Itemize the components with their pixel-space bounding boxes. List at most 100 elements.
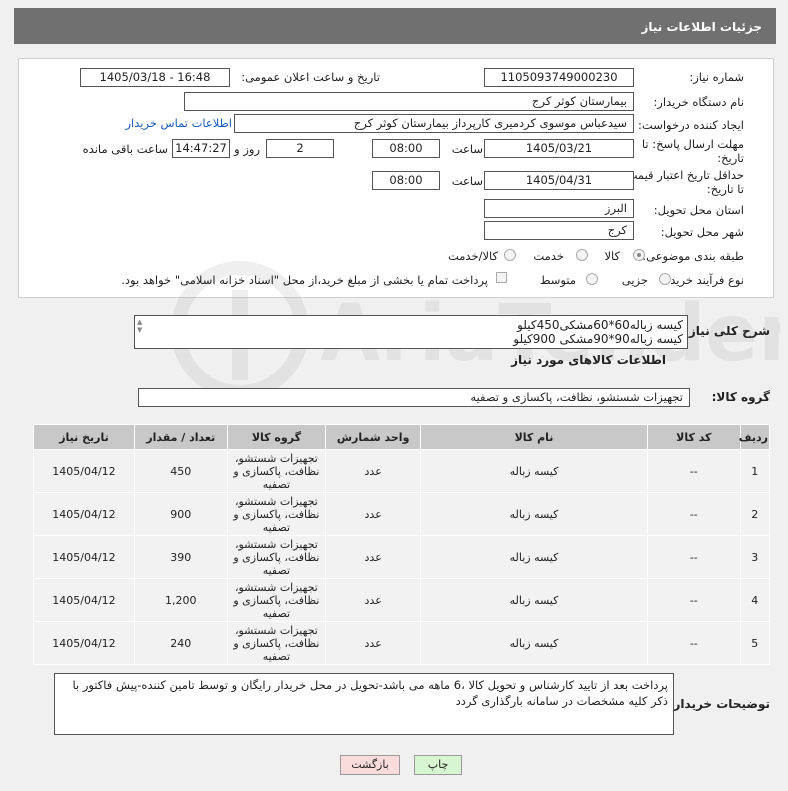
price-date-field[interactable]: 1405/04/31 bbox=[484, 171, 634, 190]
print-button[interactable]: چاپ bbox=[414, 755, 462, 775]
category-option-goods: کالا bbox=[604, 249, 620, 263]
remaining-time-field[interactable]: 14:47:27 bbox=[172, 139, 230, 158]
category-option-service: خدمت bbox=[533, 249, 564, 263]
need-number-label: شماره نیاز: bbox=[689, 70, 744, 84]
process-radio-minor[interactable] bbox=[659, 273, 671, 285]
buyer-notes-textarea[interactable]: پرداخت بعد از تایید کارشناس و تحویل کالا… bbox=[54, 673, 674, 735]
col-header-group: گروه کالا bbox=[226, 424, 327, 450]
payment-note: پرداخت تمام یا بخشی از مبلغ خرید،از محل … bbox=[121, 273, 488, 287]
cell-unit: عدد bbox=[325, 621, 421, 665]
cell-qty: 450 bbox=[133, 449, 228, 493]
scroll-arrows-icon[interactable]: ▲ ▼ bbox=[137, 318, 142, 334]
cell-group: تجهیزات شستشو، نظافت، پاکسازی و تصفیه bbox=[226, 492, 327, 536]
buyer-notes-label: توضیحات خریدار: bbox=[668, 697, 770, 711]
table-row: 2 -- کیسه زباله عدد تجهیزات شستشو، نظافت… bbox=[33, 492, 771, 536]
cell-qty: 1,200 bbox=[133, 578, 228, 622]
cell-name: کیسه زباله bbox=[419, 621, 649, 665]
cell-qty: 240 bbox=[133, 621, 228, 665]
price-validity-label-2: تا تاریخ: bbox=[706, 182, 744, 196]
deadline-date-field[interactable]: 1405/03/21 bbox=[484, 139, 634, 158]
col-header-date: تاریخ نیاز bbox=[33, 424, 135, 450]
col-header-qty: تعداد / مقدار bbox=[133, 424, 228, 450]
page-title: جزئیات اطلاعات نیاز bbox=[641, 20, 762, 34]
buyer-notes-text: پرداخت بعد از تایید کارشناس و تحویل کالا… bbox=[72, 678, 668, 708]
price-validity-label: حداقل تاریخ اعتبار قیمت: bbox=[622, 168, 744, 182]
cell-date: 1405/04/12 bbox=[33, 492, 135, 536]
category-radio-service[interactable] bbox=[576, 249, 588, 261]
cell-code: -- bbox=[647, 535, 741, 579]
cell-group: تجهیزات شستشو، نظافت، پاکسازی و تصفیه bbox=[226, 535, 327, 579]
cell-name: کیسه زباله bbox=[419, 535, 649, 579]
cell-unit: عدد bbox=[325, 578, 421, 622]
cell-unit: عدد bbox=[325, 535, 421, 579]
buyer-org-label: نام دستگاه خریدار: bbox=[653, 95, 744, 109]
description-line-1: کیسه زباله60*60مشکی450کیلو bbox=[517, 318, 683, 332]
cell-unit: عدد bbox=[325, 492, 421, 536]
cell-index: 1 bbox=[739, 449, 771, 493]
cell-code: -- bbox=[647, 492, 741, 536]
cell-date: 1405/04/12 bbox=[33, 535, 135, 579]
table-row: 1 -- کیسه زباله عدد تجهیزات شستشو، نظافت… bbox=[33, 449, 771, 493]
cell-index: 5 bbox=[739, 621, 771, 665]
col-header-index: ردیف bbox=[739, 424, 771, 450]
description-line-2: کیسه زباله90*90مشکی 900کیلو bbox=[513, 332, 683, 346]
cell-date: 1405/04/12 bbox=[33, 621, 135, 665]
back-button[interactable]: بازگشت bbox=[340, 755, 400, 775]
cell-index: 4 bbox=[739, 578, 771, 622]
process-label: نوع فرآیند خرید : bbox=[662, 273, 744, 287]
goods-group-label: گروه کالا: bbox=[711, 390, 770, 404]
city-field[interactable]: کرج bbox=[484, 221, 634, 240]
category-option-both: کالا/خدمت bbox=[447, 249, 498, 263]
col-header-unit: واحد شمارش bbox=[325, 424, 421, 450]
need-number-field[interactable]: 1105093749000230 bbox=[484, 68, 634, 87]
cell-code: -- bbox=[647, 449, 741, 493]
announce-field[interactable]: 1405/03/18 - 16:48 bbox=[80, 68, 230, 87]
process-radio-medium[interactable] bbox=[586, 273, 598, 285]
category-radio-goods[interactable] bbox=[633, 249, 645, 261]
category-radio-both[interactable] bbox=[504, 249, 516, 261]
col-header-code: کد کالا bbox=[647, 424, 741, 450]
cell-date: 1405/04/12 bbox=[33, 578, 135, 622]
cell-code: -- bbox=[647, 621, 741, 665]
cell-qty: 900 bbox=[133, 492, 228, 536]
cell-name: کیسه زباله bbox=[419, 492, 649, 536]
goods-section-title: اطلاعات کالاهای مورد نیاز bbox=[511, 353, 666, 367]
cell-group: تجهیزات شستشو، نظافت، پاکسازی و تصفیه bbox=[226, 449, 327, 493]
cell-name: کیسه زباله bbox=[419, 578, 649, 622]
treasury-checkbox[interactable] bbox=[496, 272, 507, 283]
announce-label: تاریخ و ساعت اعلان عمومی: bbox=[241, 70, 380, 84]
table-row: 4 -- کیسه زباله عدد تجهیزات شستشو، نظافت… bbox=[33, 578, 771, 622]
table-row: 3 -- کیسه زباله عدد تجهیزات شستشو، نظافت… bbox=[33, 535, 771, 579]
price-time-label: ساعت bbox=[451, 174, 483, 188]
goods-table: ردیف کد کالا نام کالا واحد شمارش گروه کا… bbox=[33, 424, 771, 665]
province-field[interactable]: البرز bbox=[484, 199, 634, 218]
process-option-medium: متوسط bbox=[539, 273, 576, 287]
city-label: شهر محل تحویل: bbox=[660, 225, 744, 239]
deadline-time-field[interactable]: 08:00 bbox=[372, 139, 440, 158]
buyer-contact-link[interactable]: اطلاعات تماس خریدار bbox=[125, 116, 232, 130]
page-header: جزئیات اطلاعات نیاز bbox=[14, 8, 776, 44]
cell-group: تجهیزات شستشو، نظافت، پاکسازی و تصفیه bbox=[226, 578, 327, 622]
table-header-row: ردیف کد کالا نام کالا واحد شمارش گروه کا… bbox=[33, 424, 771, 450]
description-label: شرح کلی نیاز: bbox=[684, 324, 770, 338]
goods-group-field[interactable]: تجهیزات شستشو، نظافت، پاکسازی و تصفیه bbox=[138, 388, 690, 407]
province-label: استان محل تحویل: bbox=[653, 203, 744, 217]
buyer-org-field[interactable]: بیمارستان کوثر کرج bbox=[184, 92, 634, 111]
cell-index: 3 bbox=[739, 535, 771, 579]
deadline-time-label: ساعت bbox=[451, 142, 483, 156]
creator-field[interactable]: سیدعباس موسوی کردمیری کارپرداز بیمارستان… bbox=[234, 114, 634, 133]
cell-unit: عدد bbox=[325, 449, 421, 493]
days-label: روز و bbox=[234, 142, 260, 156]
cell-index: 2 bbox=[739, 492, 771, 536]
description-textarea[interactable]: کیسه زباله60*60مشکی450کیلو کیسه زباله90*… bbox=[134, 315, 688, 349]
cell-name: کیسه زباله bbox=[419, 449, 649, 493]
cell-group: تجهیزات شستشو، نظافت، پاکسازی و تصفیه bbox=[226, 621, 327, 665]
cell-code: -- bbox=[647, 578, 741, 622]
cell-date: 1405/04/12 bbox=[33, 449, 135, 493]
price-time-field[interactable]: 08:00 bbox=[372, 171, 440, 190]
creator-label: ایجاد کننده درخواست: bbox=[638, 118, 744, 132]
col-header-name: نام کالا bbox=[419, 424, 649, 450]
days-field[interactable]: 2 bbox=[266, 139, 334, 158]
category-label: طبقه بندی موضوعی: bbox=[642, 249, 744, 263]
deadline-label-2: تاریخ: bbox=[717, 151, 744, 165]
